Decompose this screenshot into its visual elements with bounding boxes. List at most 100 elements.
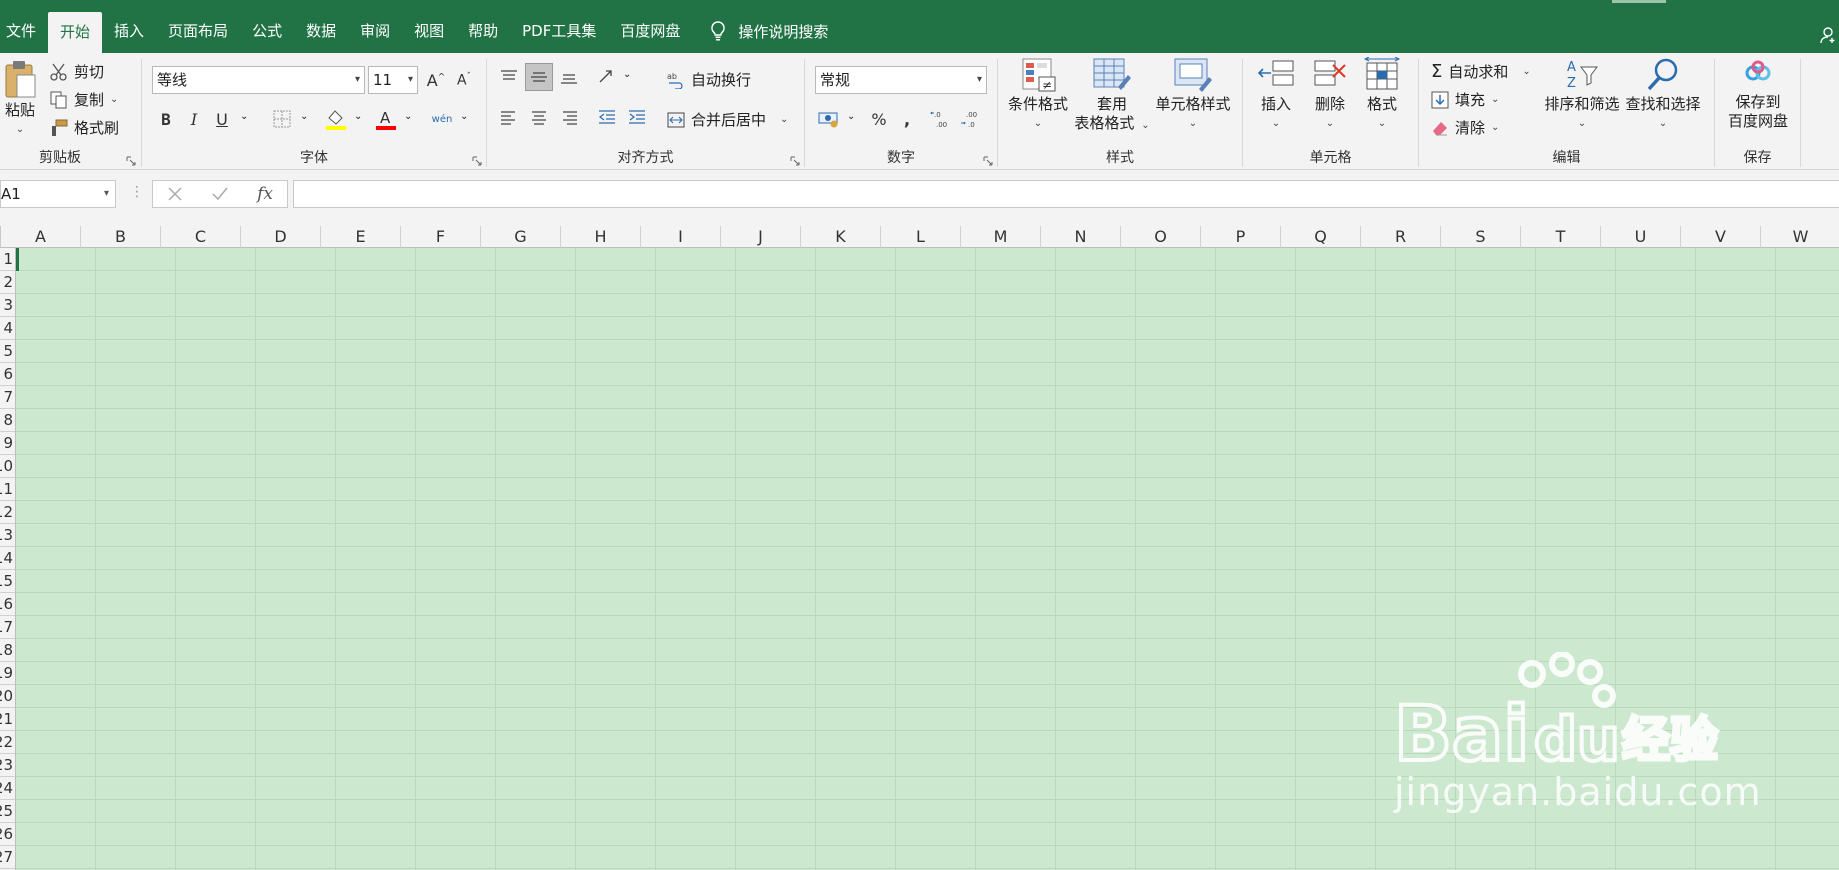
orientation-dropdown-icon[interactable]: ⌄ [623,69,631,80]
tab-8[interactable]: 帮助 [456,12,510,50]
column-header-l[interactable]: L [881,226,961,248]
fill-button[interactable]: 填充 ⌄ [1431,89,1499,110]
font-size-combo[interactable]: 11 ▾ [368,66,418,94]
insert-function-icon[interactable]: fx [257,184,273,204]
number-launcher-icon[interactable] [983,156,993,166]
tab-2[interactable]: 插入 [102,12,156,50]
align-middle-button[interactable] [525,63,553,91]
name-box-dropdown-icon[interactable]: ▾ [104,181,109,207]
tab-1[interactable]: 开始 [48,12,103,53]
column-header-v[interactable]: V [1681,226,1761,248]
orientation-button[interactable] [593,63,621,91]
row-header-20[interactable]: 20 [0,685,15,708]
format-cells-button[interactable]: 格式 ⌄ [1359,57,1405,133]
tab-3[interactable]: 页面布局 [156,12,240,50]
font-name-dropdown-icon[interactable]: ▾ [355,67,360,93]
borders-button[interactable] [268,105,296,133]
conditional-formatting-button[interactable]: ≠ 条件格式 ⌄ [1006,57,1070,133]
share-user-icon[interactable] [1819,26,1837,44]
underline-dropdown-icon[interactable]: ⌄ [240,111,248,122]
align-bottom-button[interactable] [555,63,583,91]
increase-decimal-button[interactable]: .0 .00 [927,105,955,133]
column-header-d[interactable]: D [241,226,321,248]
row-header-8[interactable]: 8 [0,409,15,432]
row-header-6[interactable]: 6 [0,363,15,386]
row-header-25[interactable]: 25 [0,800,15,823]
column-header-j[interactable]: J [721,226,801,248]
align-right-button[interactable] [555,103,583,131]
column-header-o[interactable]: O [1121,226,1201,248]
insert-cells-button[interactable]: 插入 ⌄ [1253,57,1299,133]
find-select-button[interactable]: 查找和选择 ⌄ [1623,57,1703,133]
row-header-16[interactable]: 16 [0,593,15,616]
column-header-e[interactable]: E [321,226,401,248]
increase-indent-button[interactable] [623,103,651,131]
font-color-dropdown-icon[interactable]: ⌄ [404,111,412,122]
row-header-27[interactable]: 27 [0,846,15,869]
copy-dropdown-icon[interactable]: ⌄ [110,94,118,105]
tab-5[interactable]: 数据 [294,12,348,50]
font-size-dropdown-icon[interactable]: ▾ [408,67,413,93]
column-header-r[interactable]: R [1361,226,1441,248]
column-header-n[interactable]: N [1041,226,1121,248]
font-color-button[interactable]: A [372,105,400,133]
autosum-button[interactable]: Σ 自动求和 ⌄ [1431,61,1531,82]
formula-bar-grip[interactable]: ⋮ [130,184,144,200]
italic-button[interactable]: I [180,105,208,133]
row-header-19[interactable]: 19 [0,662,15,685]
cut-button[interactable]: 剪切 [50,61,104,82]
fill-dropdown-icon[interactable]: ⌄ [1491,94,1499,105]
merge-center-dropdown-icon[interactable]: ⌄ [780,114,788,125]
format-as-table-button[interactable]: 套用 表格格式 ⌄ [1072,57,1152,135]
formula-input[interactable] [293,180,1839,208]
row-header-18[interactable]: 18 [0,639,15,662]
row-header-5[interactable]: 5 [0,340,15,363]
active-cell-a1[interactable] [16,248,19,271]
row-header-15[interactable]: 15 [0,570,15,593]
check-icon[interactable] [211,186,229,202]
phonetic-button[interactable]: wén [428,105,456,133]
column-header-f[interactable]: F [401,226,481,248]
comma-button[interactable]: , [893,105,921,133]
save-to-baidu-button[interactable]: 保存到 百度网盘 [1719,59,1797,131]
column-header-g[interactable]: G [481,226,561,248]
borders-dropdown-icon[interactable]: ⌄ [300,111,308,122]
align-center-button[interactable] [525,103,553,131]
row-header-14[interactable]: 14 [0,547,15,570]
number-format-combo[interactable]: 常规 ▾ [815,66,987,94]
row-header-17[interactable]: 17 [0,616,15,639]
row-header-1[interactable]: 1 [0,248,15,271]
align-left-button[interactable] [495,103,523,131]
format-painter-button[interactable]: 格式刷 [50,117,119,138]
number-format-dropdown-icon[interactable]: ▾ [977,67,982,93]
column-header-u[interactable]: U [1601,226,1681,248]
row-header-24[interactable]: 24 [0,777,15,800]
column-header-w[interactable]: W [1761,226,1839,248]
clear-button[interactable]: 清除 ⌄ [1431,117,1499,138]
autosum-dropdown-icon[interactable]: ⌄ [1522,66,1530,77]
row-header-7[interactable]: 7 [0,386,15,409]
tab-7[interactable]: 视图 [402,12,456,50]
row-header-9[interactable]: 9 [0,432,15,455]
column-header-a[interactable]: A [1,226,81,248]
row-header-4[interactable]: 4 [0,317,15,340]
decrease-decimal-button[interactable]: .00 .0 [957,105,985,133]
row-header-22[interactable]: 22 [0,731,15,754]
tell-me-search[interactable]: 操作说明搜索 [710,12,828,50]
row-header-13[interactable]: 13 [0,524,15,547]
column-header-s[interactable]: S [1441,226,1521,248]
row-header-10[interactable]: 10 [0,455,15,478]
tab-6[interactable]: 审阅 [348,12,402,50]
copy-button[interactable]: 复制 ⌄ [50,89,118,110]
decrease-indent-button[interactable] [593,103,621,131]
accounting-dropdown-icon[interactable]: ⌄ [847,111,855,122]
wrap-text-button[interactable]: ab 自动换行 [667,69,751,90]
column-header-k[interactable]: K [801,226,881,248]
column-header-b[interactable]: B [81,226,161,248]
tab-9[interactable]: PDF工具集 [510,12,608,50]
fill-color-dropdown-icon[interactable]: ⌄ [354,111,362,122]
column-header-c[interactable]: C [161,226,241,248]
delete-cells-button[interactable]: 删除 ⌄ [1307,57,1353,133]
underline-button[interactable]: U [208,105,236,133]
bold-button[interactable]: B [152,105,180,133]
